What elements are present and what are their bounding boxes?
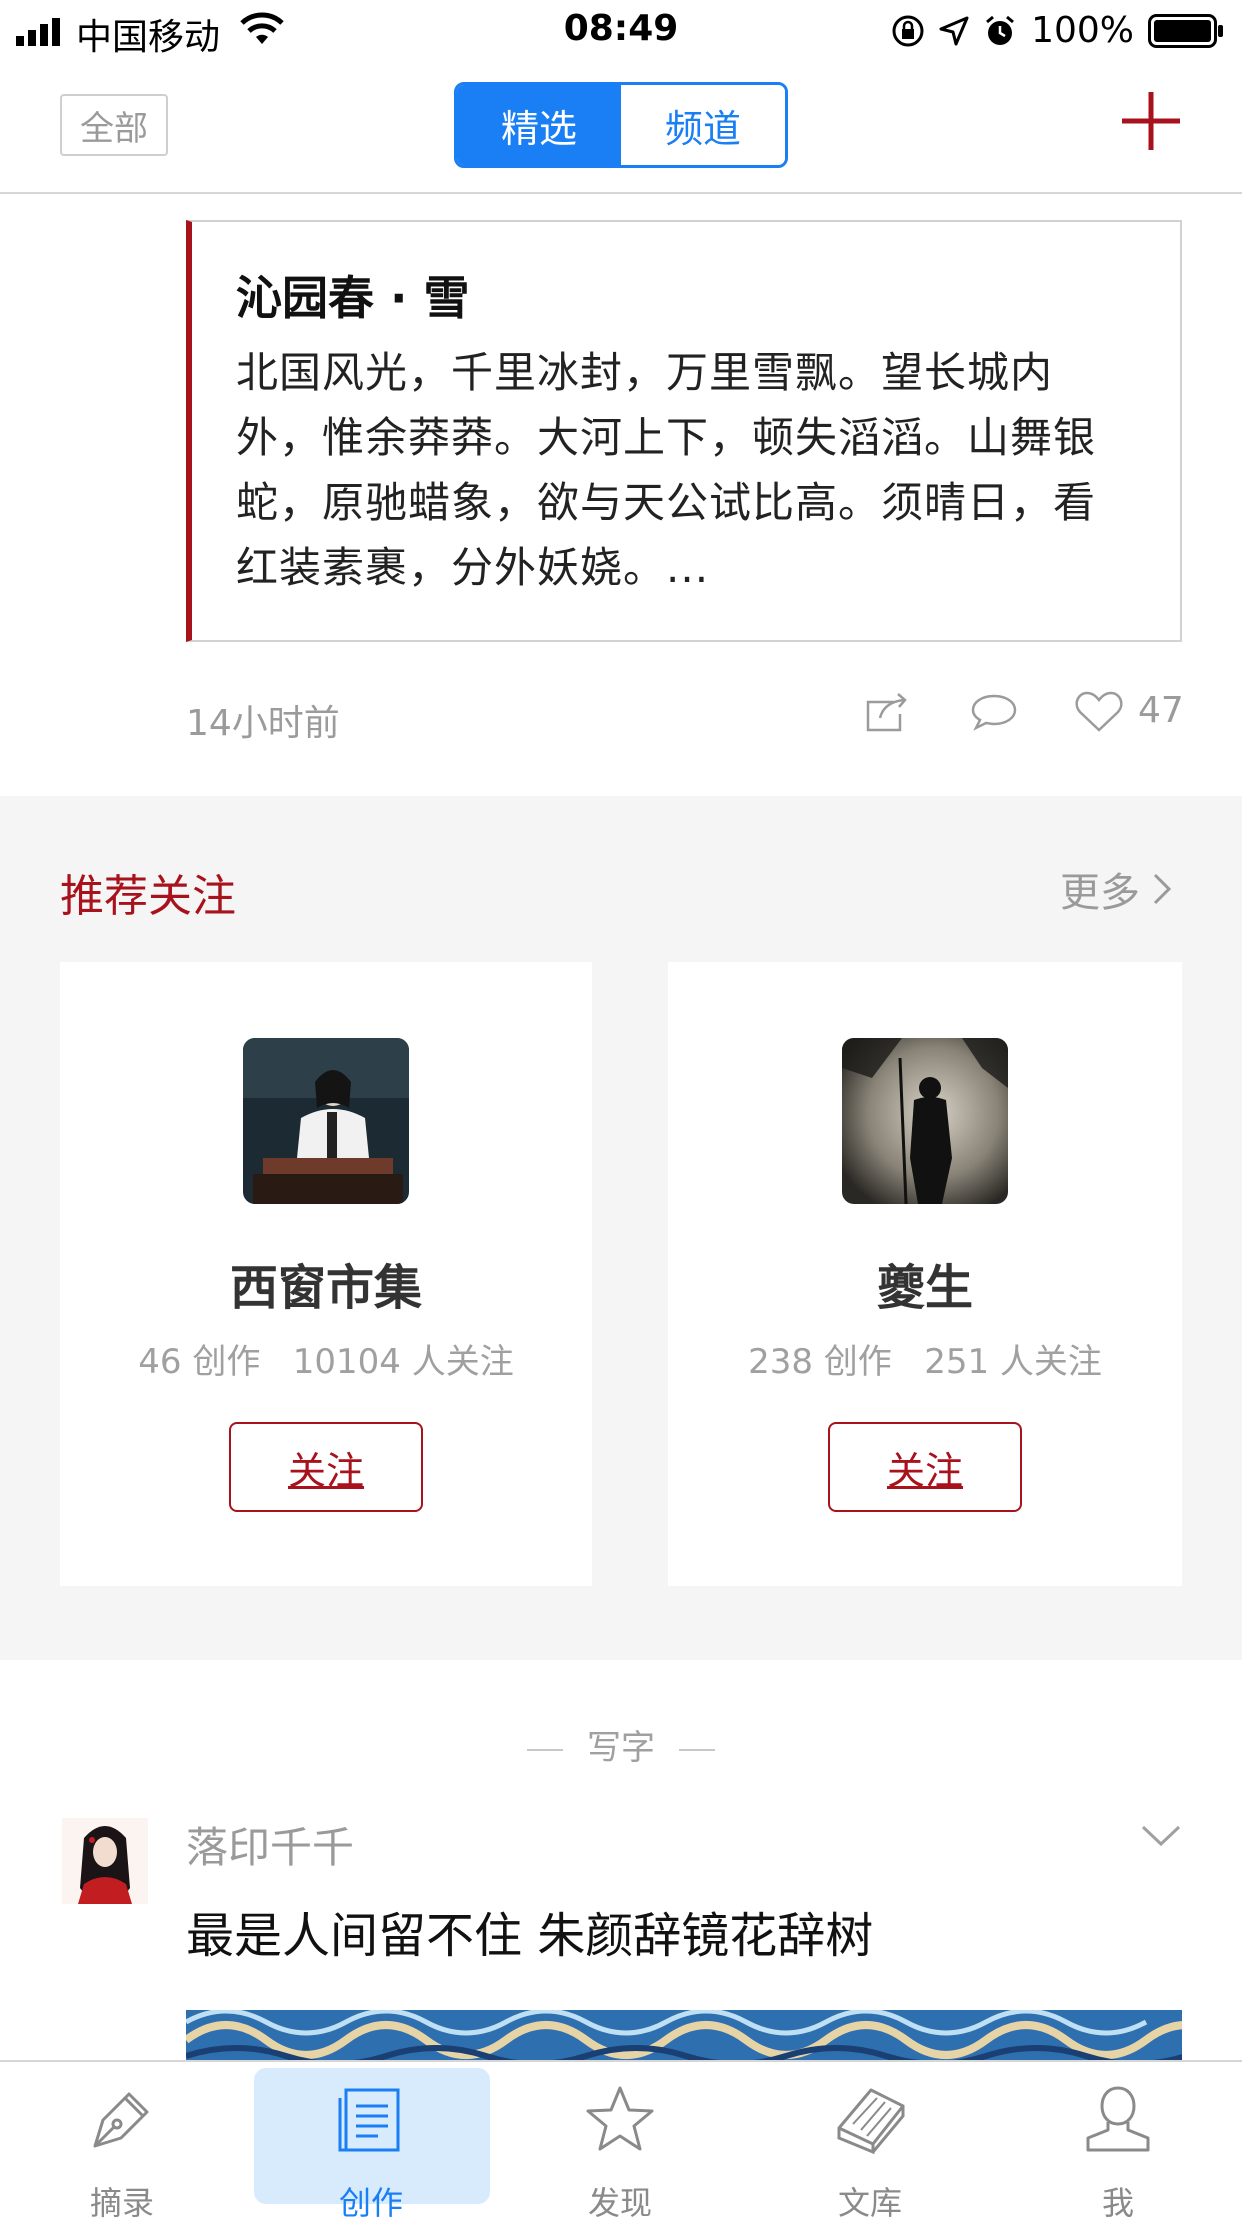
books-icon	[837, 2088, 905, 2154]
segment-control: 精选 频道	[454, 82, 788, 168]
post-image[interactable]	[186, 2010, 1182, 2062]
recommend-title: 推荐关注	[60, 871, 236, 922]
post-author[interactable]: 落印千千	[186, 1814, 354, 1875]
status-right: 100%	[891, 10, 1224, 51]
more-label: 更多	[1060, 870, 1140, 916]
user-stats: 238 创作 251 人关注	[748, 1342, 1102, 1382]
alarm-icon	[986, 15, 1015, 45]
follow-button[interactable]: 关注	[229, 1422, 423, 1512]
tab-excerpt[interactable]: 摘录	[4, 2062, 240, 2222]
location-icon	[939, 16, 969, 45]
all-button[interactable]: 全部	[60, 94, 168, 156]
avatar[interactable]	[842, 1038, 1008, 1204]
star-icon	[586, 2086, 654, 2151]
battery-icon	[1148, 13, 1223, 48]
nav-bar: 全部 精选 频道	[0, 62, 1242, 194]
like-count: 47	[1138, 690, 1184, 731]
battery-percent: 100%	[1031, 10, 1134, 51]
more-link[interactable]: 更多	[1060, 860, 1172, 918]
tab-label: 我	[1101, 2184, 1134, 2222]
tab-bar: 摘录 创作 发现 文库 我	[0, 2060, 1242, 2222]
tab-label: 创作	[338, 2184, 403, 2222]
tab-library[interactable]: 文库	[752, 2062, 988, 2222]
user-name: 西窗市集	[229, 1260, 422, 1316]
recommend-section: 推荐关注 更多 西窗市集 46 创作 10104 人关注 关注 夔生 238 创…	[0, 796, 1242, 1660]
pen-nib-icon	[93, 2092, 149, 2148]
user-card[interactable]: 夔生 238 创作 251 人关注 关注	[668, 962, 1182, 1586]
post-time: 14小时前	[186, 703, 340, 744]
tab-discover[interactable]: 发现	[502, 2062, 738, 2222]
user-avatar-image	[243, 1038, 409, 1204]
author-avatar[interactable]	[62, 1818, 148, 1904]
poem-title: 沁园春 · 雪	[236, 271, 470, 325]
section-divider: 写字	[0, 1720, 1242, 1769]
person-icon	[1086, 2086, 1150, 2152]
user-name: 夔生	[876, 1260, 973, 1316]
segment-channel[interactable]: 频道	[621, 85, 785, 165]
comment-icon[interactable]	[970, 692, 1018, 732]
post-text: 最是人间留不住 朱颜辞镜花辞树	[186, 1908, 874, 1964]
tab-create[interactable]: 创作	[236, 2062, 506, 2222]
tab-label: 发现	[587, 2184, 652, 2222]
divider-line	[679, 1748, 715, 1751]
document-icon	[338, 2088, 400, 2152]
rotation-lock-icon	[892, 15, 924, 46]
segment-featured[interactable]: 精选	[457, 85, 621, 165]
avatar[interactable]	[243, 1038, 409, 1204]
tab-label: 文库	[837, 2184, 902, 2222]
section-label: 写字	[587, 1728, 655, 1768]
share-icon[interactable]	[864, 690, 910, 734]
chevron-down-icon[interactable]	[1140, 1824, 1182, 1848]
tab-label: 摘录	[89, 2184, 154, 2222]
heart-icon[interactable]	[1074, 690, 1124, 734]
plus-icon[interactable]	[1120, 90, 1182, 152]
follow-button[interactable]: 关注	[828, 1422, 1022, 1512]
divider-line	[527, 1748, 563, 1751]
poem-card[interactable]: 沁园春 · 雪 北国风光，千里冰封，万里雪飘。望长城内外，惟余莽莽。大河上下，顿…	[186, 220, 1182, 642]
tab-me[interactable]: 我	[1000, 2062, 1236, 2222]
user-avatar-image	[842, 1038, 1008, 1204]
user-stats: 46 创作 10104 人关注	[138, 1342, 514, 1382]
chevron-right-icon	[1153, 873, 1172, 905]
user-card[interactable]: 西窗市集 46 创作 10104 人关注 关注	[60, 962, 592, 1586]
status-bar: 中国移动 08:49 100%	[0, 0, 1242, 62]
poem-body: 北国风光，千里冰封，万里雪飘。望长城内外，惟余莽莽。大河上下，顿失滔滔。山舞银蛇…	[236, 348, 1097, 592]
